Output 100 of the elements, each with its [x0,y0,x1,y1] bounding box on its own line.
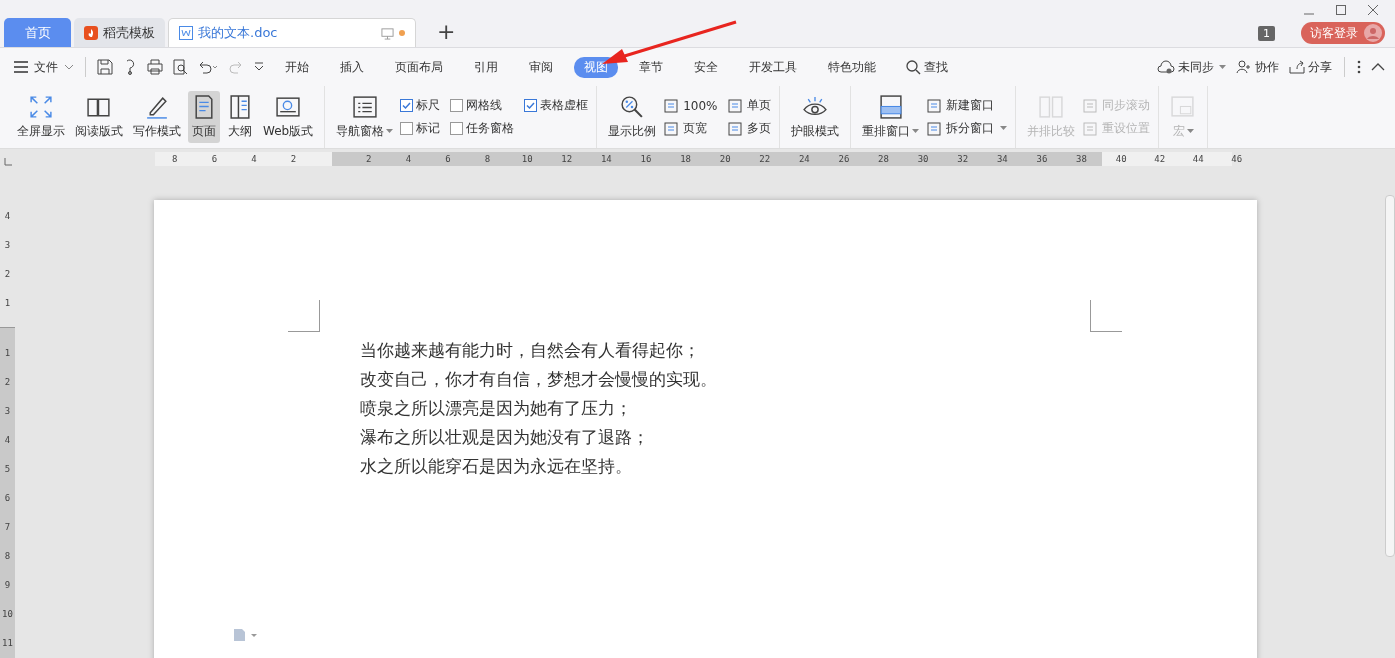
ribbon-button[interactable]: 单页 [727,97,772,114]
ribbon-button[interactable]: 页宽 [663,120,718,137]
toolbar-action[interactable]: 分享 [1289,58,1332,76]
checkbox[interactable]: 表格虚框 [524,97,589,114]
ribbon-button[interactable]: 阅读版式 [72,91,126,143]
scrollbar-thumb[interactable] [1384,195,1395,557]
document-tab[interactable]: 我的文本.doc [168,18,416,47]
ruler-number: 30 [916,154,930,164]
menu-tab[interactable]: 插入 [330,56,374,78]
menu-tab[interactable]: 页面布局 [385,56,453,78]
caret-icon [1187,129,1194,134]
ruler-number: 3 [3,406,12,418]
ruler-number: 2 [3,269,12,281]
ruler-number: 4 [3,435,12,447]
ribbon-button[interactable]: 多页 [727,120,772,137]
web-page-icon [275,94,302,120]
document-paragraph: 水之所以能穿石是因为永远在坚持。 [360,455,632,478]
ribbon-button[interactable]: 100% [663,97,718,114]
chevron-down-icon [64,64,74,70]
unsaved-dot [399,30,405,36]
ribbon-button[interactable]: 显示比例 [605,91,660,143]
ribbon-button[interactable]: 写作模式 [130,91,184,143]
checkbox[interactable]: 标尺 [400,97,441,114]
document-tab[interactable]: 稻壳模板 [74,18,165,47]
menu-tab[interactable]: 引用 [464,56,508,78]
ribbon-button[interactable]: 页面 [188,91,220,143]
ruler-number: 20 [718,154,732,164]
caret-icon [386,129,394,134]
undo-icon[interactable] [197,59,219,75]
ruler-number: 32 [956,154,970,164]
more-icon[interactable] [1357,60,1361,74]
collapse-icon[interactable] [1371,63,1385,71]
save-icon[interactable] [97,59,113,75]
checkbox[interactable]: 网格线 [450,97,515,114]
ruler-number: 22 [758,154,772,164]
print-preview-icon[interactable] [172,59,188,75]
close-icon[interactable] [1367,4,1379,16]
ruler-number: 6 [3,493,12,505]
pencil-icon [144,94,170,120]
ruler-number: 4 [250,154,258,164]
columns-icon [1038,94,1065,120]
ruler-number: 10 [520,154,534,164]
ribbon-button[interactable]: 重排窗口 [859,91,923,143]
ruler-number: 3 [3,240,12,252]
ruler-number: 18 [679,154,692,164]
caret-icon [1000,126,1008,131]
ruler-number: 6 [210,154,219,164]
window-count-badge[interactable]: 1 [1258,25,1275,41]
menu-icon [14,61,28,73]
avatar-icon [1364,24,1382,42]
ribbon-button[interactable]: 大纲 [224,91,256,143]
ruler-number: 1 [3,348,12,360]
document-paragraph: 瀑布之所以壮观是因为她没有了退路； [360,426,649,449]
maximize-icon[interactable] [1335,4,1347,16]
toolbar-action[interactable]: 未同步 [1157,58,1226,76]
file-menu-button[interactable]: 文件 [14,58,74,76]
ruler-number: 5 [3,464,12,476]
menu-tab[interactable]: 审阅 [519,56,563,78]
ribbon-button[interactable]: 新建窗口 [926,97,1008,114]
ruler-number: 28 [877,154,890,164]
menu-tab[interactable]: 章节 [629,56,673,78]
ruler-number: 10 [1,609,14,621]
ruler-number: 2 [365,154,373,164]
ruler-number: 2 [289,154,298,164]
checkbox[interactable]: 标记 [400,120,441,137]
ruler-number: 7 [3,522,12,534]
ribbon-button[interactable]: 全屏显示 [14,91,68,143]
ribbon-button[interactable]: Web版式 [260,91,317,143]
document-paragraph: 喷泉之所以漂亮是因为她有了压力； [360,397,632,420]
ruler-number: 4 [3,211,12,223]
print-icon[interactable] [147,59,163,75]
ribbon-button[interactable]: 护眼模式 [788,91,843,143]
menu-tab[interactable]: 开始 [275,56,319,78]
window-icon [1170,94,1197,120]
fullscreen-icon [28,94,54,120]
ribbon-button[interactable]: 导航窗格 [333,91,397,143]
add-person-icon [1236,60,1252,74]
ruler-number: 12 [560,154,574,164]
new-tab-button[interactable]: + [437,19,456,44]
ruler-number: 40 [1114,154,1128,164]
menu-tab[interactable]: 开发工具 [739,56,807,78]
search-button[interactable]: 查找 [906,58,948,76]
ruler-number: 2 [3,377,12,389]
menu-tab[interactable]: 安全 [684,56,728,78]
list-icon [351,94,378,120]
margin-corner-mark [1090,300,1122,332]
ruler-number: 8 [171,154,179,164]
menu-tab[interactable]: 特色功能 [818,56,886,78]
ruler-number: 24 [797,154,811,164]
login-button[interactable]: 访客登录 [1301,22,1385,44]
caret-icon [1219,64,1226,70]
customize-toolbar-icon[interactable] [253,61,265,73]
ribbon-button[interactable]: 拆分窗口 [926,120,1008,137]
ruler-number: 8 [483,154,492,164]
toolbar-action[interactable]: 协作 [1236,58,1279,76]
ruler-number: 14 [599,154,613,164]
window-stack-icon [878,94,904,120]
ruler-number: 36 [1035,154,1049,164]
ruler-number: 38 [1075,154,1088,164]
checkbox[interactable]: 任务窗格 [450,120,515,137]
